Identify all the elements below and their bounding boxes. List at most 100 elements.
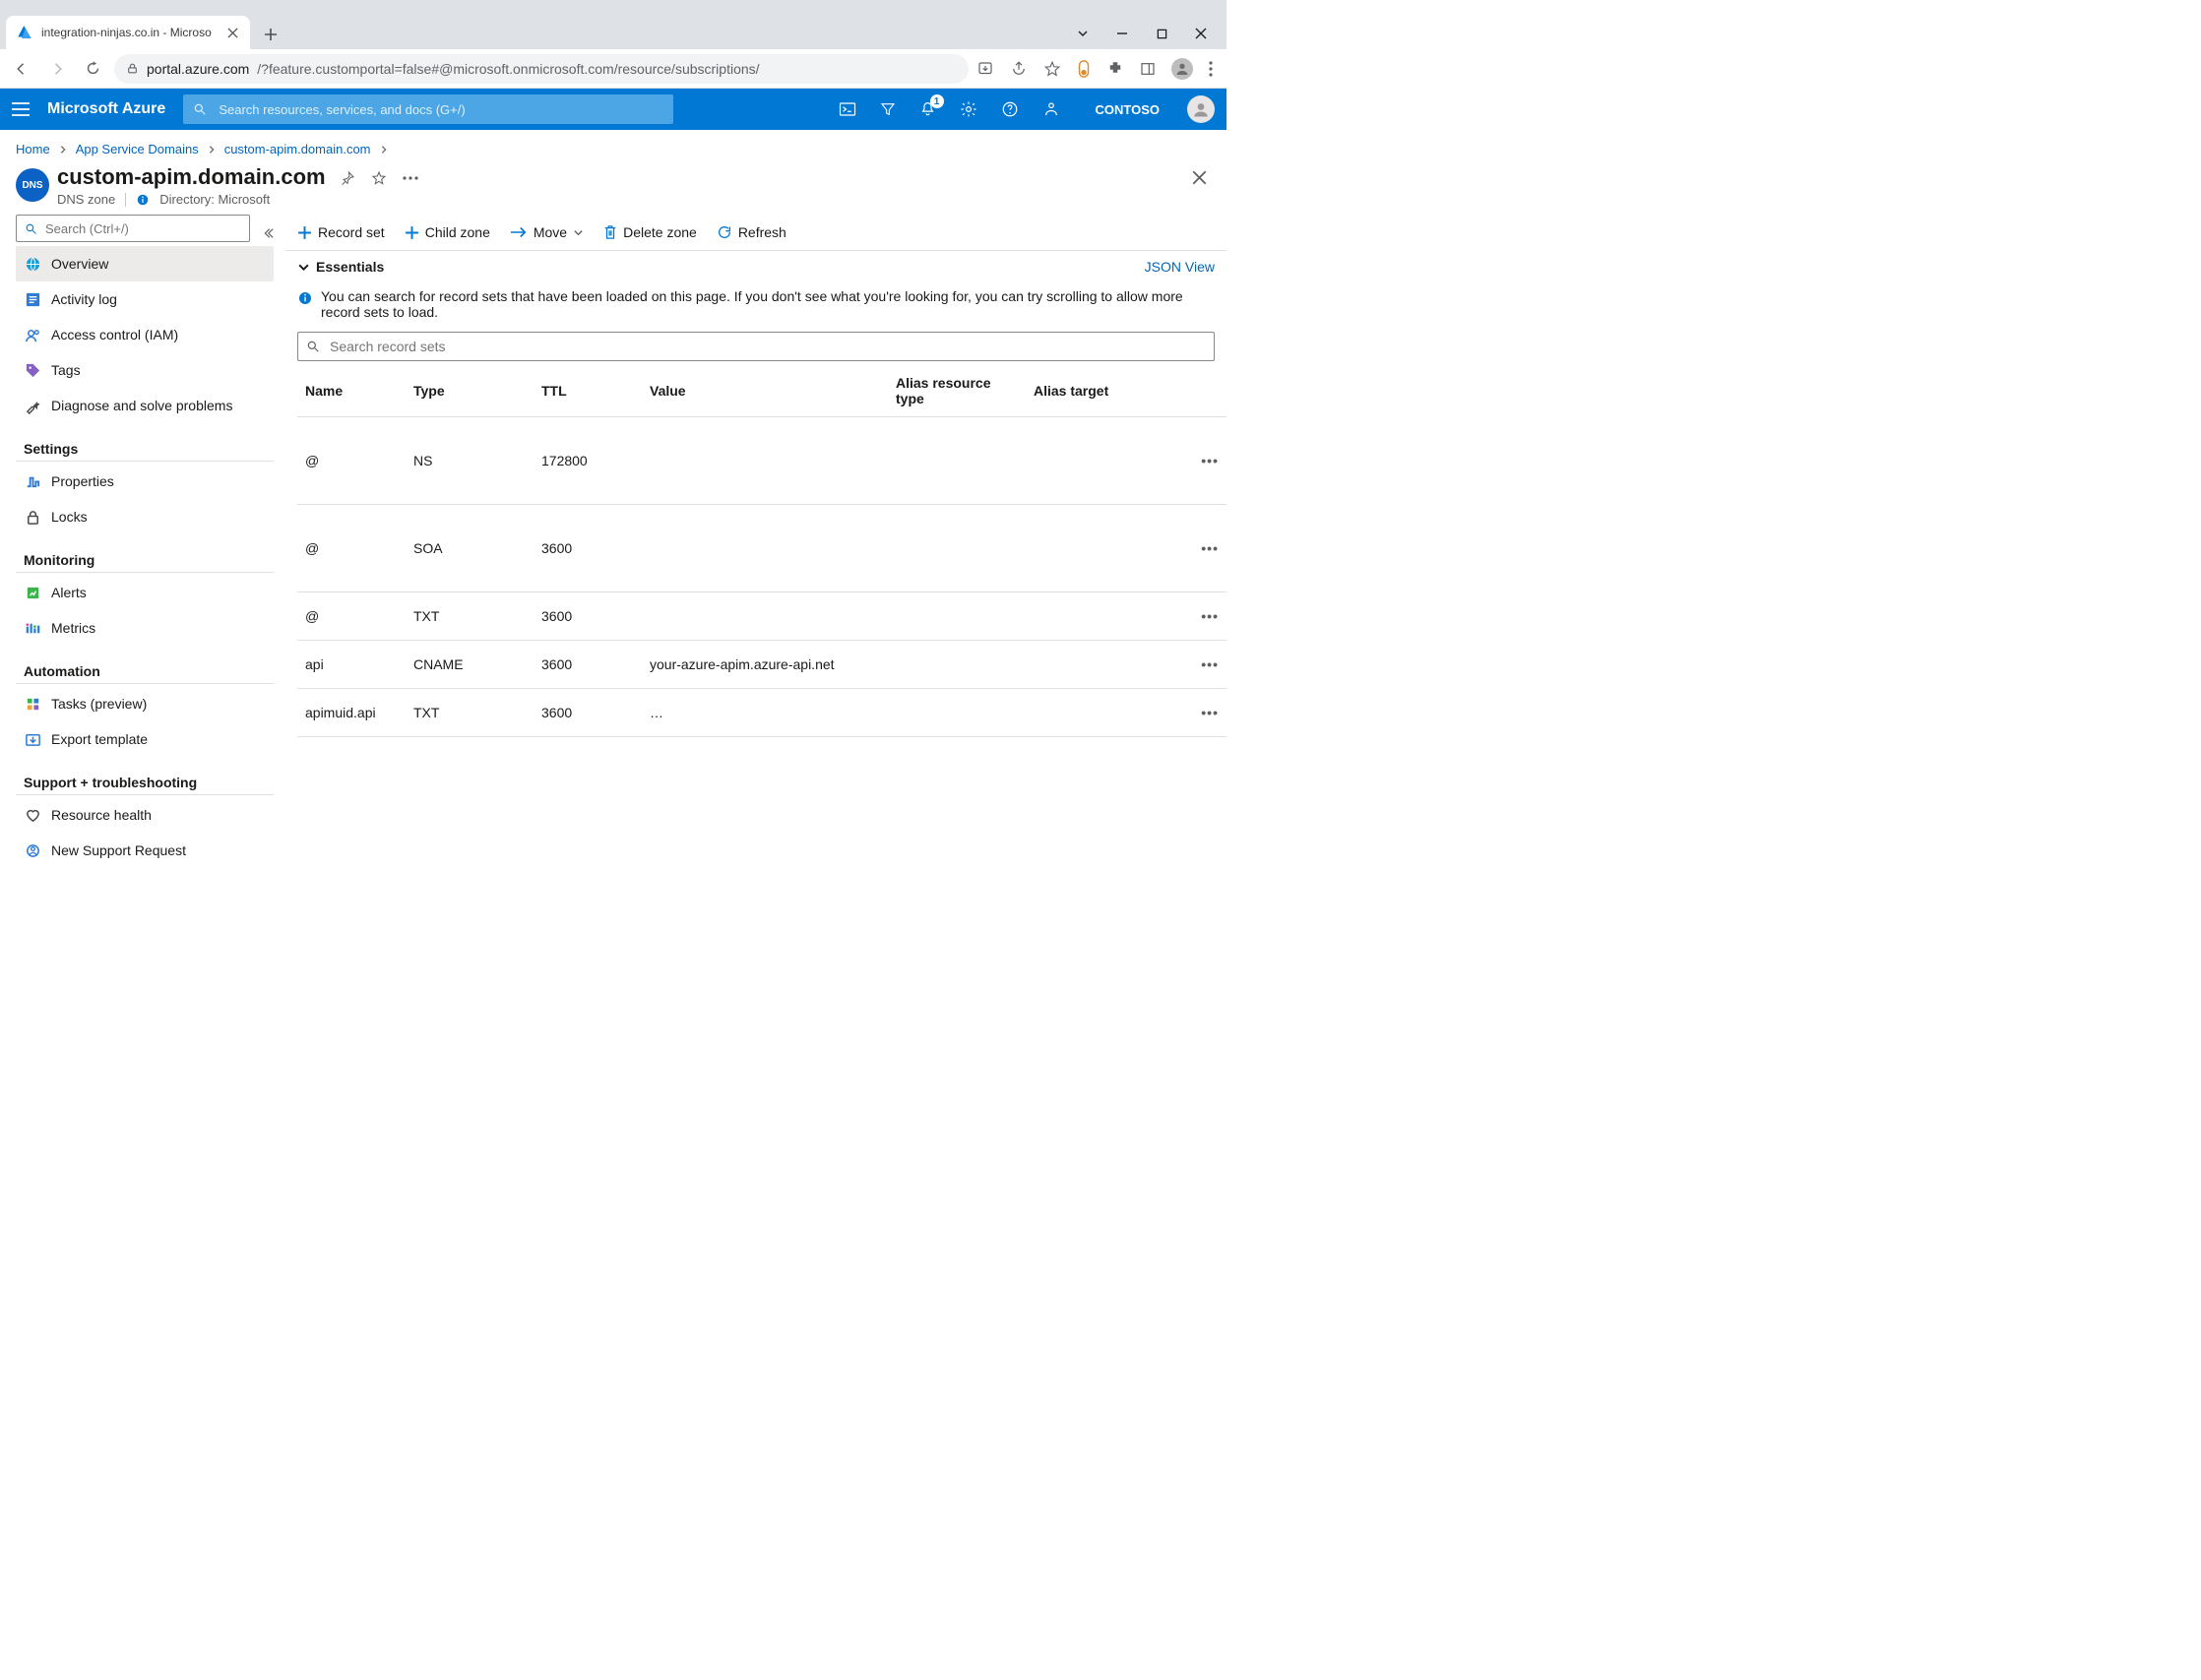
sidebar-item-alerts[interactable]: Alerts (16, 575, 274, 610)
essentials-section[interactable]: Essentials JSON View (285, 251, 1226, 282)
lock-icon (24, 509, 41, 526)
crumb-home[interactable]: Home (16, 142, 50, 156)
col-value[interactable]: Value (642, 365, 888, 417)
blade-close-icon[interactable] (1192, 170, 1207, 185)
sidebar-item-locks[interactable]: Locks (16, 499, 274, 534)
sidebar-item-activity-log[interactable]: Activity log (16, 281, 274, 317)
sidebar-item-export-template[interactable]: Export template (16, 721, 274, 757)
crumb-level1[interactable]: App Service Domains (76, 142, 199, 156)
hamburger-icon[interactable] (12, 102, 30, 116)
collapse-sidebar-icon[interactable] (262, 227, 274, 239)
col-alias-target[interactable]: Alias target (1026, 365, 1187, 417)
kebab-menu-icon[interactable] (1209, 61, 1213, 77)
sidebar-search[interactable] (16, 215, 250, 242)
cmd-refresh[interactable]: Refresh (717, 224, 786, 240)
row-menu-icon[interactable]: ••• (1201, 656, 1219, 672)
tab-strip: integration-ninjas.co.in - Microso (0, 10, 1226, 49)
filter-icon[interactable] (880, 101, 896, 117)
sidebar-item-overview[interactable]: Overview (16, 246, 274, 281)
search-icon (25, 222, 37, 235)
new-tab-button[interactable] (256, 20, 285, 49)
back-button[interactable] (8, 55, 35, 83)
azure-favicon-icon (16, 24, 33, 41)
col-ttl[interactable]: TTL (534, 365, 642, 417)
feedback-icon[interactable] (1042, 100, 1060, 118)
more-ellipsis-icon[interactable] (403, 176, 418, 180)
azure-brand[interactable]: Microsoft Azure (47, 100, 165, 118)
azure-header: Microsoft Azure 1 CONTOSO (0, 89, 1226, 130)
table-row[interactable]: apimuid.apiTXT3600…••• (297, 689, 1226, 737)
azure-search-input[interactable] (217, 101, 663, 118)
table-row[interactable]: @NS172800••• (297, 417, 1226, 505)
favorite-star-icon[interactable] (371, 170, 387, 186)
sidebar-search-input[interactable] (43, 220, 241, 237)
extensions-icon[interactable] (1106, 60, 1124, 78)
log-icon (24, 291, 41, 308)
sidebar-item-metrics[interactable]: Metrics (16, 610, 274, 646)
cmd-child-zone[interactable]: Child zone (405, 224, 490, 240)
sidebar-item-diagnose-and-solve-problems[interactable]: Diagnose and solve problems (16, 388, 274, 423)
cloud-shell-icon[interactable] (839, 101, 856, 117)
cmd-move[interactable]: Move (510, 224, 584, 240)
cmd-delete-zone[interactable]: Delete zone (603, 224, 697, 240)
share-icon[interactable] (1010, 60, 1028, 78)
col-type[interactable]: Type (406, 365, 534, 417)
sidebar-item-properties[interactable]: Properties (16, 464, 274, 499)
row-menu-icon[interactable]: ••• (1201, 540, 1219, 556)
notifications-icon[interactable]: 1 (919, 100, 936, 118)
cell-alias-type (888, 641, 1026, 689)
sidebar-section-settings: Settings (16, 441, 274, 457)
col-alias-type[interactable]: Alias resource type (888, 365, 1026, 417)
sidebar-item-tasks-preview-[interactable]: Tasks (preview) (16, 686, 274, 721)
tab-close-icon[interactable] (224, 25, 240, 40)
wrench-icon (24, 398, 41, 414)
dns-zone-icon: DNS (16, 168, 49, 202)
divider (125, 193, 126, 207)
profile-avatar-icon[interactable] (1171, 58, 1193, 80)
export-icon (24, 731, 41, 748)
azure-search[interactable] (183, 94, 673, 124)
essentials-label: Essentials (316, 259, 384, 275)
arrow-right-icon (510, 226, 528, 238)
cell-alias-target (1026, 689, 1187, 737)
sidebar-item-new-support-request[interactable]: New Support Request (16, 833, 274, 868)
json-view-link[interactable]: JSON View (1145, 259, 1215, 275)
row-menu-icon[interactable]: ••• (1201, 608, 1219, 624)
table-row[interactable]: @SOA3600••• (297, 505, 1226, 592)
cell-alias-target (1026, 592, 1187, 641)
window-close-icon[interactable] (1193, 26, 1209, 41)
sidebar-item-tags[interactable]: Tags (16, 352, 274, 388)
settings-gear-icon[interactable] (960, 100, 977, 118)
sidebar-item-resource-health[interactable]: Resource health (16, 797, 274, 833)
sidebar-toggle-icon[interactable] (1140, 61, 1156, 77)
pin-icon[interactable] (340, 170, 355, 186)
table-row[interactable]: @TXT3600••• (297, 592, 1226, 641)
forward-button[interactable] (43, 55, 71, 83)
main-pane: Record set Child zone Move Delete zone R… (285, 215, 1226, 892)
row-menu-icon[interactable]: ••• (1201, 705, 1219, 720)
breadcrumb: Home App Service Domains custom-apim.dom… (0, 130, 1226, 164)
table-row[interactable]: apiCNAME3600your-azure-apim.azure-api.ne… (297, 641, 1226, 689)
minimize-icon[interactable] (1114, 26, 1130, 41)
tenant-name[interactable]: CONTOSO (1096, 102, 1161, 117)
user-avatar-icon[interactable] (1187, 95, 1215, 123)
cmd-label: Move (534, 224, 567, 240)
crumb-level2[interactable]: custom-apim.domain.com (224, 142, 371, 156)
cmd-record-set[interactable]: Record set (297, 224, 385, 240)
install-app-icon[interactable] (976, 60, 994, 78)
pill-icon[interactable] (1077, 60, 1091, 78)
cell-type: TXT (406, 592, 534, 641)
browser-tab-active[interactable]: integration-ninjas.co.in - Microso (6, 16, 250, 49)
sidebar-item-access-control-iam-[interactable]: Access control (IAM) (16, 317, 274, 352)
help-icon[interactable] (1001, 100, 1019, 118)
row-menu-icon[interactable]: ••• (1201, 453, 1219, 468)
col-name[interactable]: Name (297, 365, 406, 417)
record-search[interactable] (297, 332, 1215, 361)
maximize-icon[interactable] (1154, 26, 1169, 41)
record-search-input[interactable] (328, 338, 1206, 355)
omnibox[interactable]: portal.azure.com/?feature.customportal=f… (114, 54, 969, 84)
tasks-icon (24, 696, 41, 713)
reload-button[interactable] (79, 55, 106, 83)
bookmark-star-icon[interactable] (1043, 60, 1061, 78)
caret-down-icon[interactable] (1075, 26, 1091, 41)
